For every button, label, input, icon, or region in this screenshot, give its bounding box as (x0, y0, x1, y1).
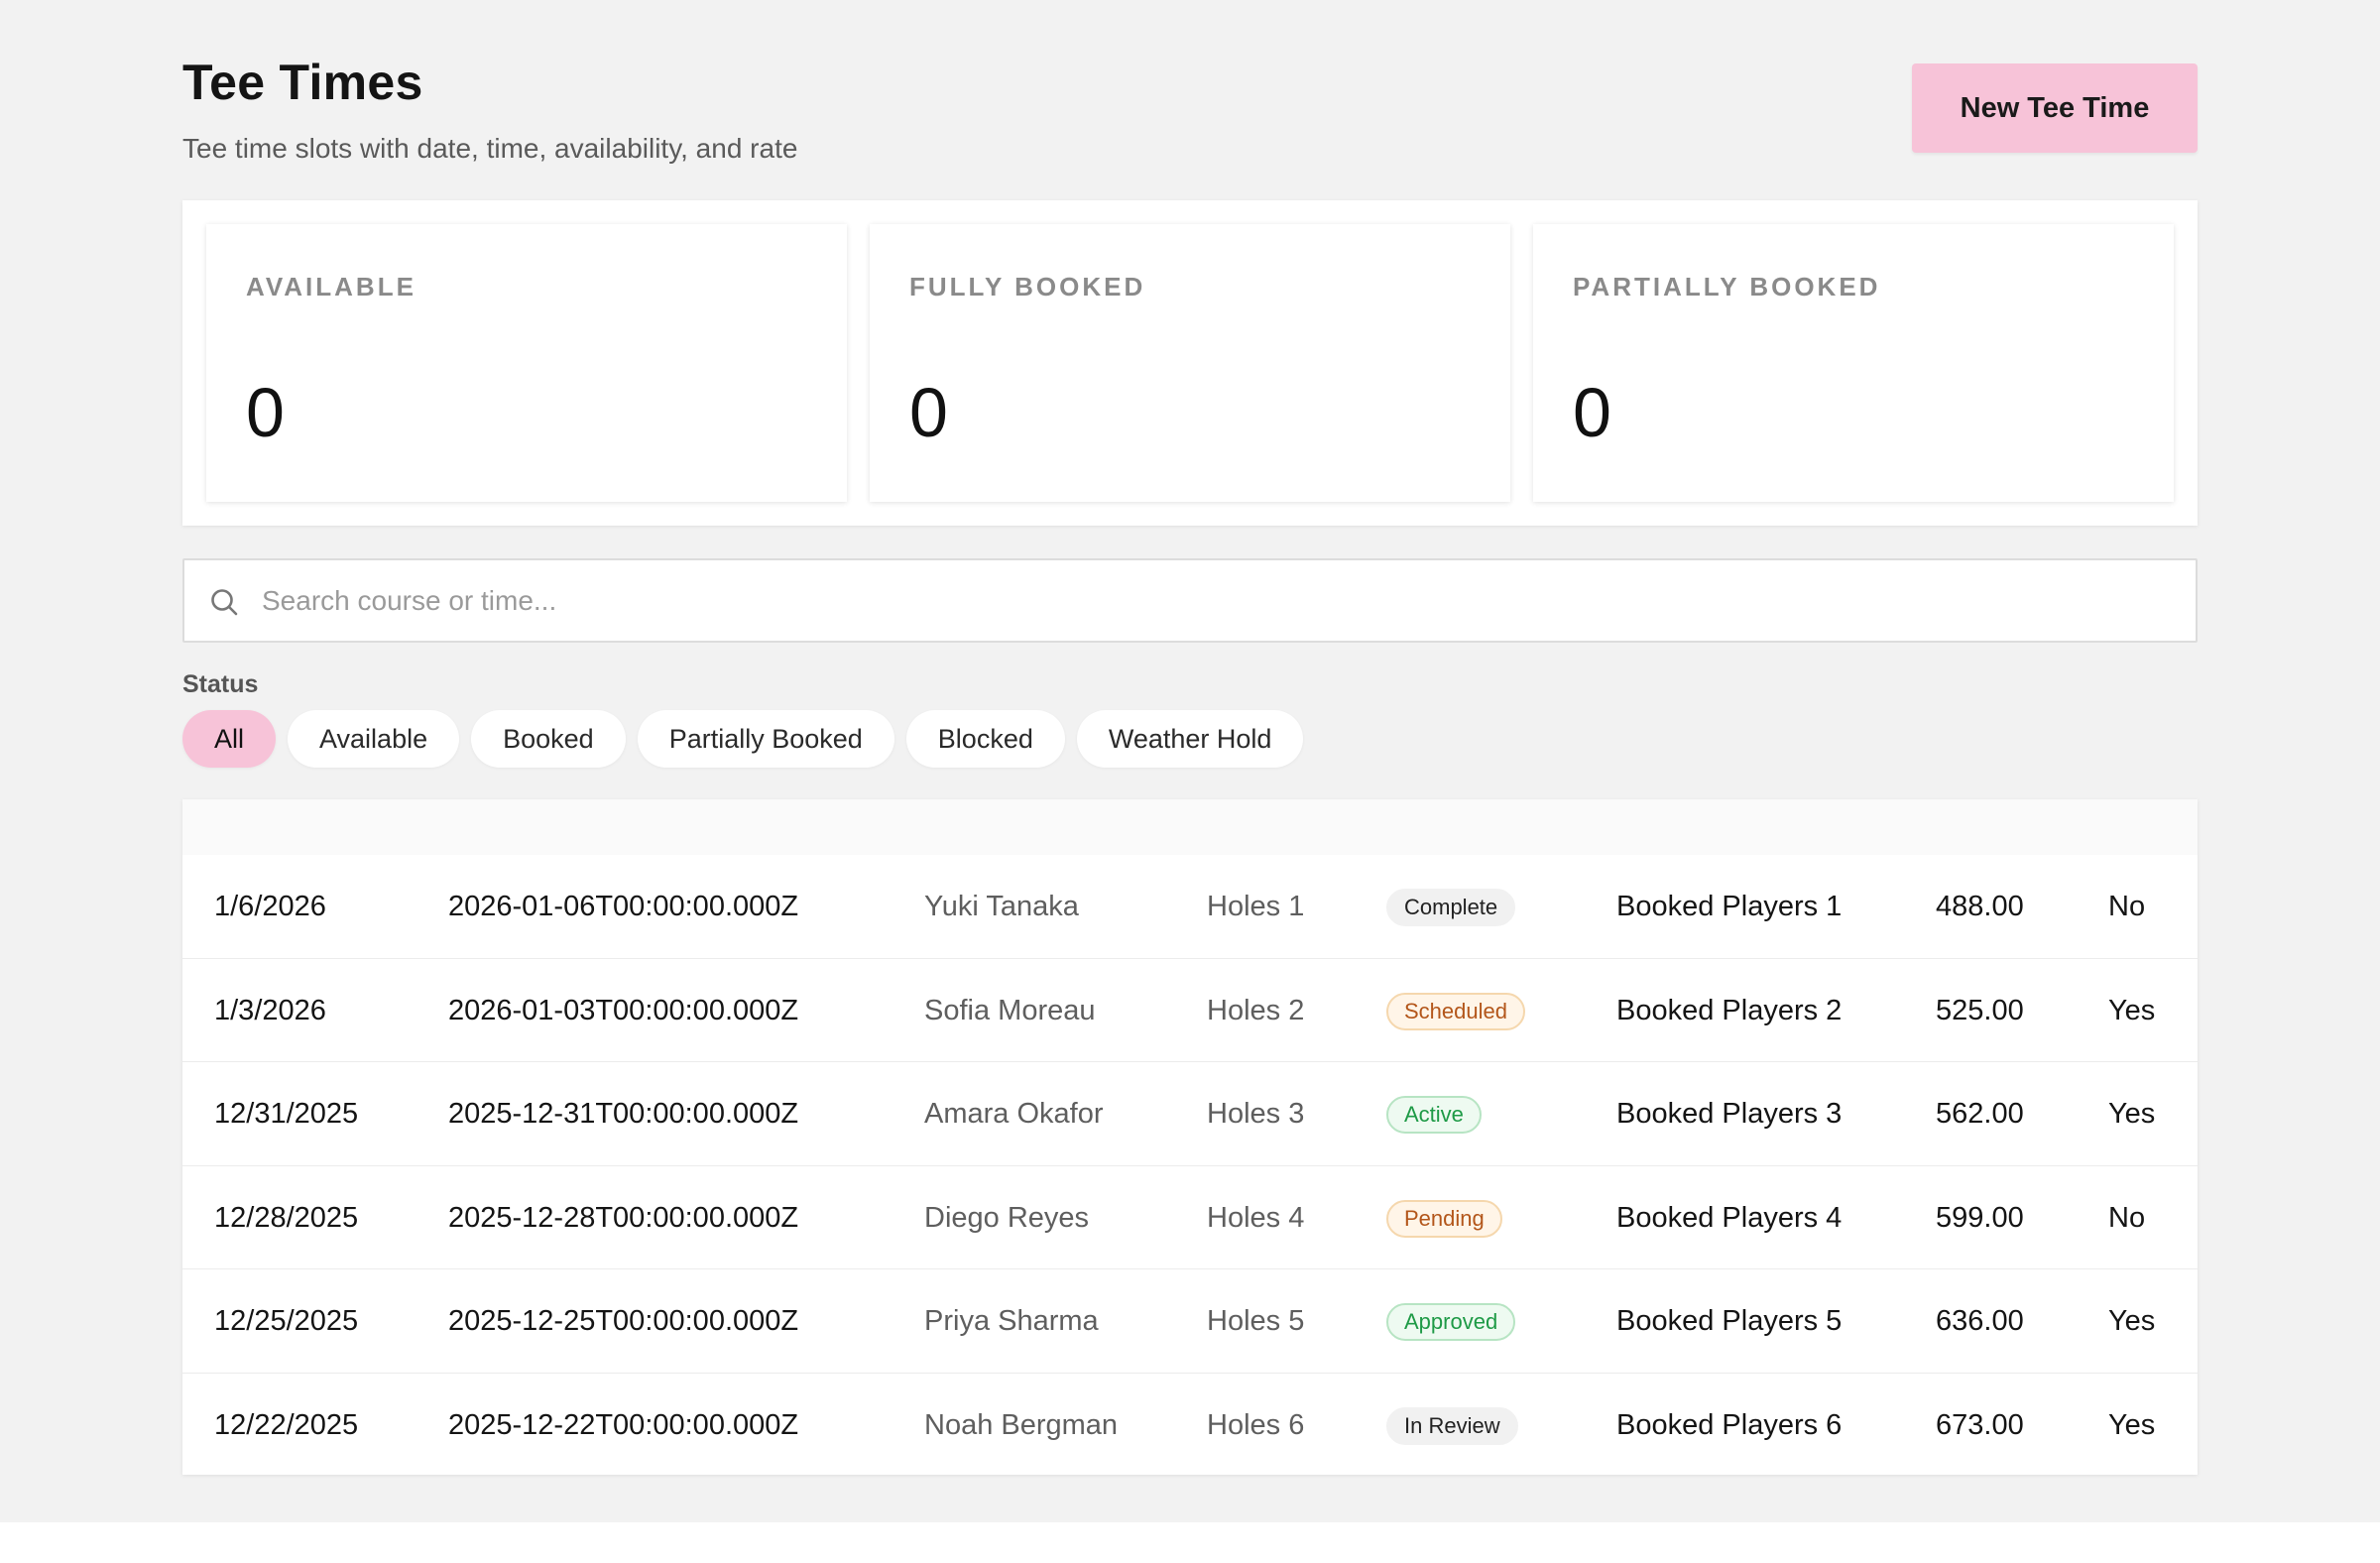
cell-date: 1/3/2026 (214, 994, 326, 1026)
page: Tee Times Tee time slots with date, time… (0, 0, 2380, 1563)
stat-card-partially-booked: PARTIALLY BOOKED 0 (1533, 224, 2174, 502)
filter-chip-weather-hold[interactable]: Weather Hold (1076, 710, 1304, 768)
cell-booked-players: Booked Players 5 (1616, 1305, 1843, 1337)
stat-label: AVAILABLE (246, 272, 416, 301)
cell-datetime: 2025-12-31T00:00:00.000Z (448, 1098, 799, 1130)
cell-name: Amara Okafor (924, 1098, 1104, 1130)
search-icon (211, 589, 238, 616)
cell-datetime: 2025-12-25T00:00:00.000Z (448, 1305, 799, 1337)
cell-name: Diego Reyes (924, 1201, 1090, 1234)
stat-card-fully-booked: FULLY BOOKED 0 (870, 224, 1510, 502)
cell-booked-players: Booked Players 4 (1616, 1201, 1843, 1234)
cell-rate: 525.00 (1936, 994, 2024, 1026)
page-footer-strip (0, 1522, 2380, 1563)
cell-date: 12/31/2025 (214, 1098, 359, 1130)
cell-flag: Yes (2108, 1305, 2156, 1337)
stat-label: FULLY BOOKED (909, 272, 1146, 301)
cell-datetime: 2025-12-28T00:00:00.000Z (448, 1201, 799, 1234)
cell-flag: Yes (2108, 1098, 2156, 1130)
new-tee-time-button[interactable]: New Tee Time (1912, 63, 2198, 153)
stats-panel: AVAILABLE 0 FULLY BOOKED 0 PARTIALLY BOO… (182, 200, 2198, 526)
filter-chip-partially-booked[interactable]: Partially Booked (637, 710, 894, 768)
filter-chip-booked[interactable]: Booked (471, 710, 626, 768)
cell-holes: Holes 4 (1207, 1201, 1305, 1234)
cell-date: 1/6/2026 (214, 891, 326, 922)
cell-datetime: 2026-01-03T00:00:00.000Z (448, 994, 799, 1026)
table-row[interactable]: 1/3/2026 2026-01-03T00:00:00.000Z Sofia … (182, 959, 2198, 1062)
filter-chip-all[interactable]: All (182, 710, 277, 768)
cell-name: Noah Bergman (924, 1408, 1119, 1441)
cell-rate: 673.00 (1936, 1408, 2024, 1441)
stat-label: PARTIALLY BOOKED (1573, 272, 1881, 301)
status-badge: Complete (1386, 889, 1516, 926)
cell-holes: Holes 5 (1207, 1305, 1305, 1337)
table-row[interactable]: 12/25/2025 2025-12-25T00:00:00.000Z Priy… (182, 1269, 2198, 1374)
cell-holes: Holes 2 (1207, 994, 1305, 1026)
cell-date: 12/25/2025 (214, 1305, 359, 1337)
cell-name: Priya Sharma (924, 1305, 1099, 1337)
cell-flag: No (2108, 1201, 2146, 1234)
status-filter-label: Status (182, 670, 259, 698)
tee-times-table: 1/6/2026 2026-01-06T00:00:00.000Z Yuki T… (182, 799, 2198, 1475)
search-box (182, 558, 2198, 643)
cell-flag: No (2108, 891, 2146, 922)
cell-holes: Holes 6 (1207, 1408, 1305, 1441)
status-filter-chips: All Available Booked Partially Booked Bl… (182, 710, 1304, 768)
table-row[interactable]: 12/31/2025 2025-12-31T00:00:00.000Z Amar… (182, 1062, 2198, 1166)
cell-rate: 562.00 (1936, 1098, 2024, 1130)
cell-date: 12/28/2025 (214, 1201, 359, 1234)
cell-holes: Holes 3 (1207, 1098, 1305, 1130)
cell-name: Sofia Moreau (924, 994, 1096, 1026)
status-badge: Scheduled (1386, 992, 1525, 1030)
stat-value: 0 (246, 374, 285, 451)
stat-value: 0 (909, 374, 948, 451)
table-row[interactable]: 1/6/2026 2026-01-06T00:00:00.000Z Yuki T… (182, 855, 2198, 959)
filter-chip-blocked[interactable]: Blocked (905, 710, 1065, 768)
filter-chip-available[interactable]: Available (288, 710, 460, 768)
stat-value: 0 (1573, 374, 1611, 451)
cell-booked-players: Booked Players 3 (1616, 1098, 1843, 1130)
table-header (182, 799, 2198, 855)
cell-rate: 488.00 (1936, 891, 2024, 922)
cell-holes: Holes 1 (1207, 891, 1305, 922)
cell-rate: 599.00 (1936, 1201, 2024, 1234)
cell-booked-players: Booked Players 6 (1616, 1408, 1843, 1441)
page-subtitle: Tee time slots with date, time, availabi… (182, 133, 798, 164)
search-input[interactable] (262, 560, 2146, 641)
cell-datetime: 2025-12-22T00:00:00.000Z (448, 1408, 799, 1441)
status-badge: In Review (1386, 1406, 1518, 1445)
table-row[interactable]: 12/28/2025 2025-12-28T00:00:00.000Z Dieg… (182, 1166, 2198, 1269)
cell-rate: 636.00 (1936, 1305, 2024, 1337)
cell-flag: Yes (2108, 1408, 2156, 1441)
cell-booked-players: Booked Players 2 (1616, 994, 1843, 1026)
cell-date: 12/22/2025 (214, 1408, 359, 1441)
cell-flag: Yes (2108, 994, 2156, 1026)
table-row[interactable]: 12/22/2025 2025-12-22T00:00:00.000Z Noah… (182, 1374, 2198, 1478)
stat-card-available: AVAILABLE 0 (206, 224, 847, 502)
status-badge: Pending (1386, 1199, 1502, 1238)
page-title: Tee Times (182, 55, 423, 110)
status-badge: Approved (1386, 1303, 1516, 1341)
cell-booked-players: Booked Players 1 (1616, 891, 1843, 922)
cell-name: Yuki Tanaka (924, 891, 1079, 922)
cell-datetime: 2026-01-06T00:00:00.000Z (448, 891, 799, 922)
status-badge: Active (1386, 1096, 1482, 1134)
